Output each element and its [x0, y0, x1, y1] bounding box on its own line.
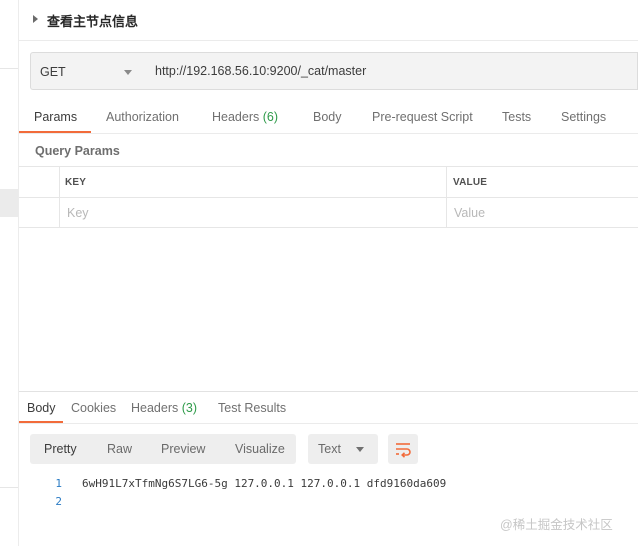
tab-authorization[interactable]: Authorization: [106, 110, 179, 124]
column-header-value: VALUE: [453, 177, 488, 188]
caret-right-icon[interactable]: [33, 15, 38, 23]
response-tab-body[interactable]: Body: [27, 401, 56, 415]
table-column-divider: [59, 166, 60, 228]
url-value: http://192.168.56.10:9200/_cat/master: [155, 64, 367, 78]
tab-headers-label: Headers: [212, 110, 260, 124]
tab-pre-request-script[interactable]: Pre-request Script: [372, 110, 473, 124]
response-tab-cookies[interactable]: Cookies: [71, 401, 116, 415]
tab-headers[interactable]: Headers (6): [212, 110, 278, 124]
response-tab-headers-label: Headers: [131, 401, 179, 415]
response-tab-headers[interactable]: Headers (3): [131, 401, 197, 415]
param-key-input[interactable]: Key: [67, 206, 89, 220]
response-line: 6wH91L7xTfmNg6S7LG6-5g 127.0.0.1 127.0.0…: [82, 477, 447, 490]
chevron-down-icon: [356, 447, 364, 452]
watermark: @稀土掘金技术社区: [500, 518, 613, 532]
column-header-key: KEY: [65, 177, 87, 188]
tab-settings[interactable]: Settings: [561, 110, 606, 124]
tab-tests[interactable]: Tests: [502, 110, 531, 124]
view-mode-visualize[interactable]: Visualize: [235, 442, 285, 456]
view-mode-pretty[interactable]: Pretty: [44, 442, 77, 456]
side-panel-strip: [0, 0, 19, 546]
side-panel-selected-item[interactable]: [0, 189, 18, 217]
request-title[interactable]: 查看主节点信息: [47, 11, 138, 30]
tab-params[interactable]: Params: [34, 110, 77, 124]
method-label: GET: [40, 65, 66, 79]
line-number: 2: [55, 495, 62, 508]
tab-body[interactable]: Body: [313, 110, 342, 124]
response-tab-test-results[interactable]: Test Results: [218, 401, 286, 415]
query-params-label: Query Params: [35, 144, 120, 158]
wrap-lines-icon: [396, 443, 411, 458]
response-tabs-divider: [19, 423, 638, 424]
response-pane-divider[interactable]: [19, 391, 638, 392]
tab-headers-count: (6): [262, 110, 279, 124]
tabs-divider: [19, 133, 638, 134]
table-column-divider: [446, 166, 447, 228]
view-mode-raw[interactable]: Raw: [107, 442, 132, 456]
table-row-divider: [19, 197, 638, 198]
side-panel-divider: [0, 68, 18, 69]
param-value-input[interactable]: Value: [454, 206, 485, 220]
wrap-lines-button[interactable]: [388, 434, 418, 464]
response-tab-headers-count: (3): [181, 401, 198, 415]
view-mode-preview[interactable]: Preview: [161, 442, 205, 456]
side-panel-divider: [0, 487, 18, 488]
format-label: Text: [318, 442, 341, 456]
line-number: 1: [55, 477, 62, 490]
chevron-down-icon: [124, 70, 132, 75]
